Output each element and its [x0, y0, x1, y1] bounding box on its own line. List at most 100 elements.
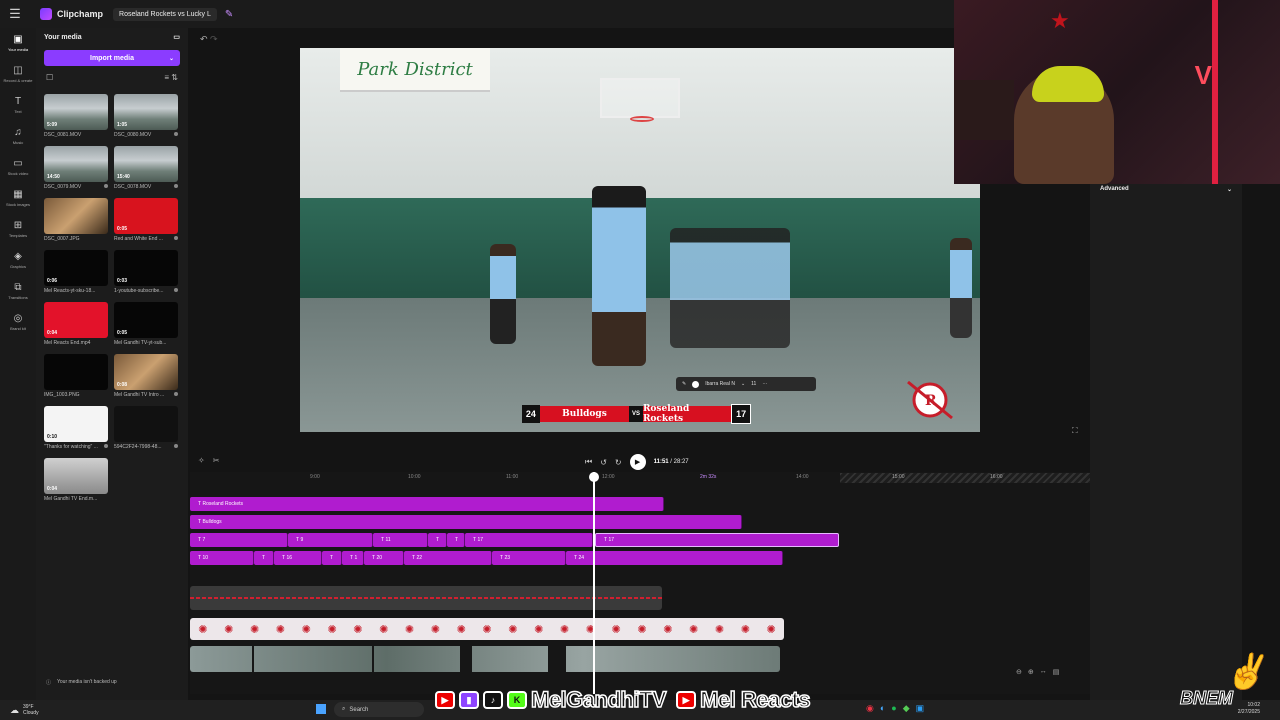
windows-start-icon[interactable]	[316, 704, 326, 714]
rockets-logo-icon: ✺	[249, 623, 260, 636]
media-item[interactable]: 0:05 Red and White End ...	[114, 198, 178, 242]
project-name-field[interactable]: Roseland Rockets vs Lucky L	[113, 7, 217, 21]
split-icon[interactable]: ✂	[213, 456, 220, 465]
nav-stock-images[interactable]: ▦ Stock images	[0, 183, 36, 214]
media-item[interactable]: 5:09 DSC_0081.MOV	[44, 94, 108, 138]
right-score-selected[interactable]: 17	[731, 404, 751, 424]
media-item[interactable]: 0:05 Mel Gandhi TV-yt-sub...	[114, 302, 178, 346]
media-item[interactable]: 594C2F24-7998-48...	[114, 406, 178, 450]
forward-icon[interactable]: ↻	[615, 458, 622, 467]
media-item[interactable]: 0:06 Mel Reacts-yt-sku-18...	[44, 250, 108, 294]
font-size-dropdown[interactable]: 11	[751, 381, 756, 387]
text-clip[interactable]: T 11	[373, 533, 428, 547]
nav-your-media[interactable]: ▣ Your media	[0, 28, 36, 59]
text-clip[interactable]: T	[322, 551, 342, 565]
skip-back-icon[interactable]: ⏮	[585, 457, 592, 467]
audio-track-clip[interactable]	[190, 586, 662, 610]
media-item[interactable]: 0:03 1-youtube-subscribe...	[114, 250, 178, 294]
sort-filter-icon[interactable]: ≡ ⇅	[164, 73, 178, 82]
media-item[interactable]: 14:50 DSC_0079.MOV	[44, 146, 108, 190]
video-track-clips[interactable]	[190, 646, 780, 672]
text-clip[interactable]: T 7	[190, 533, 288, 547]
media-thumbnail: 0:05	[114, 302, 178, 338]
nav-stock-video[interactable]: ▭ Stock video	[0, 152, 36, 183]
magic-edit-icon[interactable]: ✧	[198, 456, 205, 465]
media-item[interactable]: 0:04 Mel Gandhi TV End.m...	[44, 458, 108, 502]
text-clip[interactable]: T 22	[404, 551, 492, 565]
import-media-button[interactable]: Import media ⌄	[44, 50, 180, 66]
text-clip[interactable]: T 16	[274, 551, 322, 565]
media-item[interactable]: 0:08 Mel Gandhi TV Intro ...	[114, 354, 178, 398]
collapse-panel-icon[interactable]: ▭	[173, 33, 180, 41]
nav-text[interactable]: T Text	[0, 90, 36, 121]
taskbar-search[interactable]: ⌕ Search	[334, 702, 424, 717]
text-clip[interactable]: T 20	[364, 551, 404, 565]
font-dropdown[interactable]: Ibarra Real N	[705, 381, 735, 387]
chevron-down-icon[interactable]: ⌄	[1227, 186, 1232, 193]
status-dot	[104, 184, 108, 188]
media-item[interactable]: 1:05 DSC_0080.MOV	[114, 94, 178, 138]
rewind-icon[interactable]: ↺	[600, 458, 607, 467]
nav-transitions[interactable]: ⧉ Transitions	[0, 276, 36, 307]
chrome-icon[interactable]: ◉	[866, 703, 874, 714]
undo-icon[interactable]: ↶ ↷	[200, 34, 218, 45]
text-clip[interactable]: T Bulldogs	[190, 515, 742, 529]
status-dot	[104, 444, 108, 448]
advanced-section[interactable]: Advanced ⌄	[1090, 184, 1242, 195]
chevron-down-icon[interactable]: ⌄	[169, 55, 174, 62]
zoom-in-icon[interactable]: ⊕	[1028, 668, 1034, 676]
taskbar-apps: ◉ ◐ ● ◆ ▣	[866, 703, 924, 714]
logo-overlay-track[interactable]: ✺ ✺ ✺ ✺ ✺ ✺ ✺ ✺ ✺ ✺ ✺ ✺ ✺ ✺ ✺ ✺ ✺ ✺ ✺ ✺ ✺ ✺ ✺	[190, 618, 784, 640]
playhead[interactable]	[593, 472, 595, 694]
magic-wand-icon[interactable]: ✎	[225, 9, 233, 20]
fit-timeline-icon[interactable]: ↔	[1040, 668, 1047, 676]
media-item[interactable]: IMG_1003.PNG	[44, 354, 108, 398]
spotify-icon[interactable]: ●	[891, 703, 896, 714]
media-thumbnail	[44, 198, 108, 234]
text-clip[interactable]: T	[447, 533, 465, 547]
nav-music[interactable]: ♫ Music	[0, 121, 36, 152]
timeline-view-icon[interactable]: ▤	[1053, 668, 1060, 676]
media-item[interactable]: 0:10 "Thanks for watching" ...	[44, 406, 108, 450]
nav-record-create[interactable]: ◫ Record & create	[0, 59, 36, 90]
text-clip[interactable]: T	[254, 551, 274, 565]
playhead-handle[interactable]	[589, 472, 599, 482]
hamburger-menu-icon[interactable]: ☰	[0, 6, 30, 22]
weather-widget[interactable]: ☁ 39°F Cloudy	[10, 700, 39, 720]
xbox-icon[interactable]: ◆	[903, 703, 910, 714]
pencil-icon[interactable]: ✎	[682, 381, 686, 387]
edge-icon[interactable]: ◐	[880, 703, 885, 714]
nav-brand-kit[interactable]: ◎ Brand kit	[0, 307, 36, 338]
team1-name[interactable]: Bulldogs	[539, 406, 630, 422]
text-clip[interactable]: T 1	[342, 551, 364, 565]
text-clip-selected[interactable]: T 17	[595, 533, 839, 547]
text-clip[interactable]: T	[428, 533, 447, 547]
text-clip[interactable]: T 17	[465, 533, 593, 547]
text-clip[interactable]: T 10	[190, 551, 254, 565]
chevron-down-icon[interactable]: ⌄	[741, 381, 745, 387]
redo-icon[interactable]: ↷	[210, 34, 218, 44]
team2-name[interactable]: Roseland Rockets	[642, 404, 733, 424]
media-thumbnail: 15:40	[114, 146, 178, 182]
text-clip[interactable]: T 23	[492, 551, 566, 565]
play-button[interactable]: ▶	[629, 454, 646, 470]
zoom-out-icon[interactable]: ⊖	[1016, 668, 1022, 676]
nav-templates[interactable]: ⊞ Templates	[0, 214, 36, 245]
color-swatch[interactable]	[692, 380, 700, 388]
text-clip[interactable]: T 9	[288, 533, 373, 547]
media-item[interactable]: 15:40 DSC_0078.MOV	[114, 146, 178, 190]
video-preview[interactable]: Park District ✎ Ibarra Real N ⌄ 11 ··· 2…	[300, 48, 980, 432]
led-light	[1212, 0, 1218, 184]
fullscreen-icon[interactable]: ⛶	[1072, 426, 1078, 436]
nav-graphics[interactable]: ◈ Graphics	[0, 245, 36, 276]
more-options-icon[interactable]: ···	[762, 381, 767, 387]
time-ruler[interactable]: 9:00 10:00 11:00 12:00 2m 32s 14:00 15:0…	[190, 472, 1090, 484]
backup-notice[interactable]: ⓘ Your media isn't backed up	[46, 679, 117, 686]
select-all-checkbox[interactable]: ☐	[46, 73, 53, 82]
media-item[interactable]: DSC_0007.JPG	[44, 198, 108, 242]
media-item[interactable]: 0:04 Mel Reacts End.mp4	[44, 302, 108, 346]
twitch-icon: ▮	[459, 691, 479, 709]
text-clip[interactable]: T 24	[566, 551, 783, 565]
left-score[interactable]: 24	[522, 405, 540, 423]
store-icon[interactable]: ▣	[916, 703, 925, 714]
